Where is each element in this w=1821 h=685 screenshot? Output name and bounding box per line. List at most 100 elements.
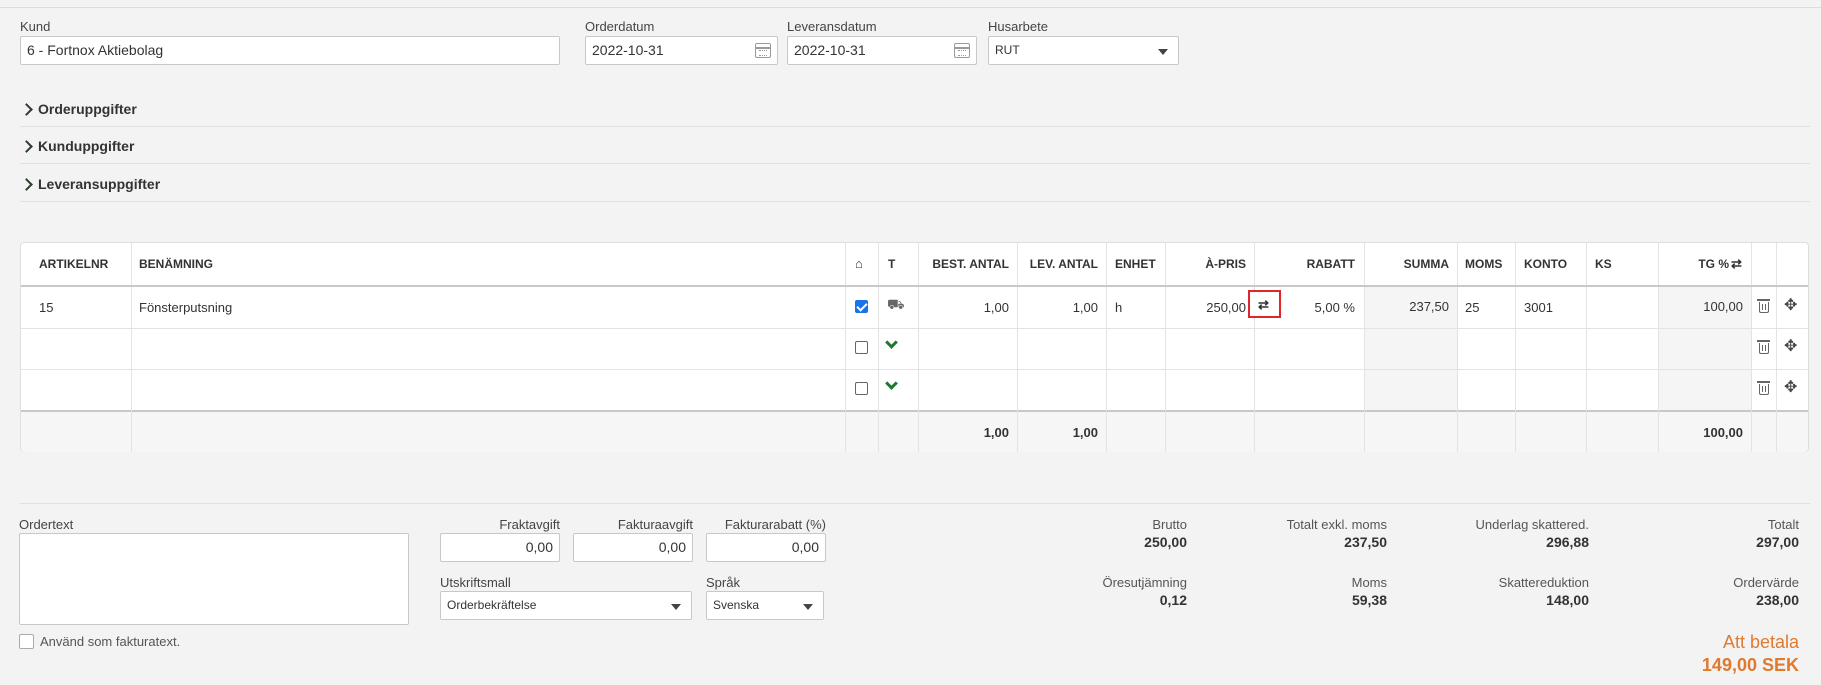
- chevron-right-icon: [20, 140, 33, 153]
- move-icon[interactable]: ✥: [1784, 298, 1797, 314]
- oresutjamning-value: 0,12: [1159, 592, 1187, 608]
- att-betala-label: Att betala: [1722, 632, 1799, 652]
- col-lev-antal[interactable]: LEV. ANTAL: [1017, 243, 1098, 285]
- chevron-down-icon[interactable]: [885, 377, 898, 390]
- brutto-label: Brutto: [1152, 517, 1187, 532]
- section-kunduppgifter[interactable]: Kunduppgifter: [20, 134, 1810, 164]
- att-betala-value: 149,00 SEK: [1701, 655, 1799, 675]
- sprak-value: Svenska: [713, 598, 760, 612]
- total-tg: 100,00: [1703, 425, 1743, 440]
- col-enhet[interactable]: ENHET: [1115, 243, 1156, 285]
- truck-icon[interactable]: ⛟: [887, 296, 905, 315]
- sprak-label: Språk: [706, 575, 740, 590]
- col-ks[interactable]: KS: [1595, 243, 1612, 285]
- utskriftsmall-value: Orderbekräftelse: [447, 598, 537, 612]
- underlag-label: Underlag skattered.: [1475, 517, 1589, 532]
- husarbete-label: Husarbete: [988, 19, 1048, 34]
- fraktavgift-input[interactable]: 0,00: [440, 533, 560, 562]
- skattereduktion-value: 148,00: [1546, 592, 1589, 608]
- kund-input[interactable]: 6 - Fortnox Aktiebolag: [20, 36, 560, 65]
- utskriftsmall-label: Utskriftsmall: [440, 575, 511, 590]
- ordertext-label: Ordertext: [19, 517, 74, 532]
- section-title: Orderuppgifter: [38, 101, 137, 117]
- order-rows-table: ARTIKELNR BENÄMNING ⌂ T BEST. ANTAL LEV.…: [20, 242, 1809, 452]
- col-summa[interactable]: SUMMA: [1364, 243, 1449, 285]
- moms-value: 59,38: [1351, 592, 1387, 608]
- section-title: Leveransuppgifter: [38, 176, 161, 192]
- fakturarabatt-input[interactable]: 0,00: [706, 533, 826, 562]
- husarbete-select[interactable]: RUT: [988, 36, 1179, 65]
- underlag-value: 296,88: [1546, 534, 1589, 550]
- row1-konto[interactable]: 3001: [1524, 300, 1553, 315]
- leveransdatum-value: 2022-10-31: [794, 42, 866, 58]
- col-rabatt[interactable]: RABATT: [1254, 243, 1355, 285]
- leveransdatum-input[interactable]: 2022-10-31: [787, 36, 977, 65]
- fakturaavgift-input[interactable]: 0,00: [573, 533, 693, 562]
- use-as-invoice-text-label: Använd som fakturatext.: [40, 634, 181, 649]
- orderdatum-value: 2022-10-31: [592, 42, 664, 58]
- total-lev-antal: 1,00: [1072, 425, 1098, 440]
- row1-checkbox[interactable]: [855, 300, 868, 313]
- trash-icon[interactable]: [1757, 340, 1770, 354]
- col-artikelnr[interactable]: ARTIKELNR: [39, 243, 108, 285]
- row1-a-pris[interactable]: 250,00: [1165, 300, 1246, 315]
- husarbete-value: RUT: [995, 43, 1020, 57]
- kund-label: Kund: [20, 19, 51, 34]
- ordervarde-label: Ordervärde: [1733, 575, 1799, 590]
- ordervarde-value: 238,00: [1756, 592, 1799, 608]
- chevron-down-icon: [1158, 49, 1168, 55]
- section-orderuppgifter[interactable]: Orderuppgifter: [20, 97, 1810, 127]
- row1-summa: 237,50: [1409, 299, 1449, 314]
- calendar-icon[interactable]: [755, 43, 771, 58]
- oresutjamning-label: Öresutjämning: [1102, 575, 1187, 590]
- col-konto[interactable]: KONTO: [1524, 243, 1567, 285]
- skattereduktion-label: Skattereduktion: [1498, 575, 1589, 590]
- footer-divider: [20, 503, 1810, 504]
- ordertext-textarea[interactable]: [19, 533, 409, 625]
- totalt-value: 297,00: [1756, 534, 1799, 550]
- exkl-moms-label: Totalt exkl. moms: [1286, 517, 1387, 532]
- use-as-invoice-text-checkbox[interactable]: [19, 634, 34, 649]
- fakturaavgift-label: Fakturaavgift: [617, 517, 693, 532]
- moms-label: Moms: [1351, 575, 1387, 590]
- move-icon[interactable]: ✥: [1784, 339, 1797, 355]
- col-moms[interactable]: MOMS: [1465, 243, 1502, 285]
- total-best-antal: 1,00: [983, 425, 1009, 440]
- chevron-right-icon: [20, 103, 33, 116]
- row2-checkbox[interactable]: [855, 341, 868, 354]
- cycle-icon[interactable]: ⇄: [1731, 243, 1742, 285]
- header-divider: [21, 285, 1808, 287]
- row1-rabatt[interactable]: 5,00 %: [1284, 300, 1355, 315]
- price-toggle-button[interactable]: ⇄: [1248, 290, 1281, 318]
- calendar-icon[interactable]: [954, 43, 970, 58]
- fakturarabatt-label: Fakturarabatt (%): [724, 517, 826, 532]
- row1-lev-antal[interactable]: 1,00: [1017, 300, 1098, 315]
- utskriftsmall-select[interactable]: Orderbekräftelse: [440, 591, 692, 620]
- col-benamning[interactable]: BENÄMNING: [139, 243, 213, 285]
- home-icon: ⌂: [855, 256, 863, 271]
- chevron-down-icon[interactable]: [885, 336, 898, 349]
- row1-moms[interactable]: 25: [1465, 300, 1479, 315]
- top-divider: [0, 7, 1821, 8]
- row1-enhet[interactable]: h: [1115, 300, 1122, 315]
- trash-icon[interactable]: [1757, 299, 1770, 313]
- row1-tg: 100,00: [1703, 299, 1743, 314]
- totals-row: [21, 412, 1808, 452]
- sprak-select[interactable]: Svenska: [706, 591, 824, 620]
- orderdatum-input[interactable]: 2022-10-31: [585, 36, 778, 65]
- orderdatum-label: Orderdatum: [585, 19, 655, 34]
- col-best-antal[interactable]: BEST. ANTAL: [918, 243, 1009, 285]
- row1-benamning[interactable]: Fönsterputsning: [139, 300, 232, 315]
- col-t[interactable]: T: [888, 243, 895, 285]
- col-a-pris[interactable]: À-PRIS: [1165, 243, 1246, 285]
- row3-checkbox[interactable]: [855, 382, 868, 395]
- exkl-moms-value: 237,50: [1344, 534, 1387, 550]
- cycle-icon: ⇄: [1258, 297, 1269, 312]
- move-icon[interactable]: ✥: [1784, 380, 1797, 396]
- section-leveransuppgifter[interactable]: Leveransuppgifter: [20, 172, 1810, 202]
- row1-best-antal[interactable]: 1,00: [918, 300, 1009, 315]
- row1-artikelnr[interactable]: 15: [39, 300, 53, 315]
- chevron-right-icon: [20, 178, 33, 191]
- col-tg[interactable]: TG %: [1658, 243, 1729, 285]
- trash-icon[interactable]: [1757, 381, 1770, 395]
